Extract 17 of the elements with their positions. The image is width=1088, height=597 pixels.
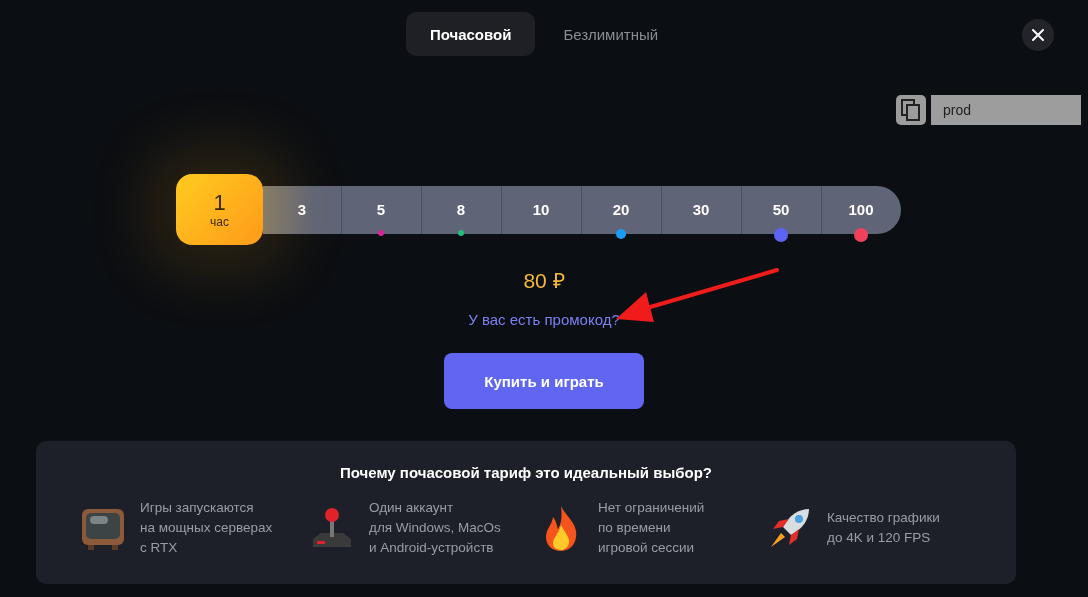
- price: 80 ₽: [523, 268, 565, 294]
- benefit-text: Нет ограничений по времени игровой сессии: [598, 499, 705, 557]
- benefits-title: Почему почасовой тариф это идеальный выбор?: [339, 464, 713, 481]
- hours-option[interactable]: 1 час: [176, 174, 263, 245]
- close-icon: [1031, 28, 1045, 42]
- tab[interactable]: Безлимитный: [539, 12, 683, 56]
- copy-icon: [901, 99, 921, 121]
- benefit-text: Один аккаунт для Windows, MacOs и Android-устройств: [369, 499, 501, 557]
- hours-option[interactable]: 3: [263, 185, 341, 242]
- promo-code-field[interactable]: prod: [931, 95, 1081, 125]
- copy-button[interactable]: [896, 95, 926, 125]
- benefit-text: Игры запускаются на мощных серверах с RTX: [140, 499, 273, 557]
- promo-code-link[interactable]: У вас есть промокод?: [468, 311, 620, 328]
- buy-button[interactable]: Купить и играть: [444, 353, 644, 409]
- benefit-text: Качество графики до 4K и 120 FPS: [827, 509, 940, 547]
- close-button[interactable]: [1022, 19, 1054, 51]
- tab[interactable]: Почасовой: [405, 12, 536, 56]
